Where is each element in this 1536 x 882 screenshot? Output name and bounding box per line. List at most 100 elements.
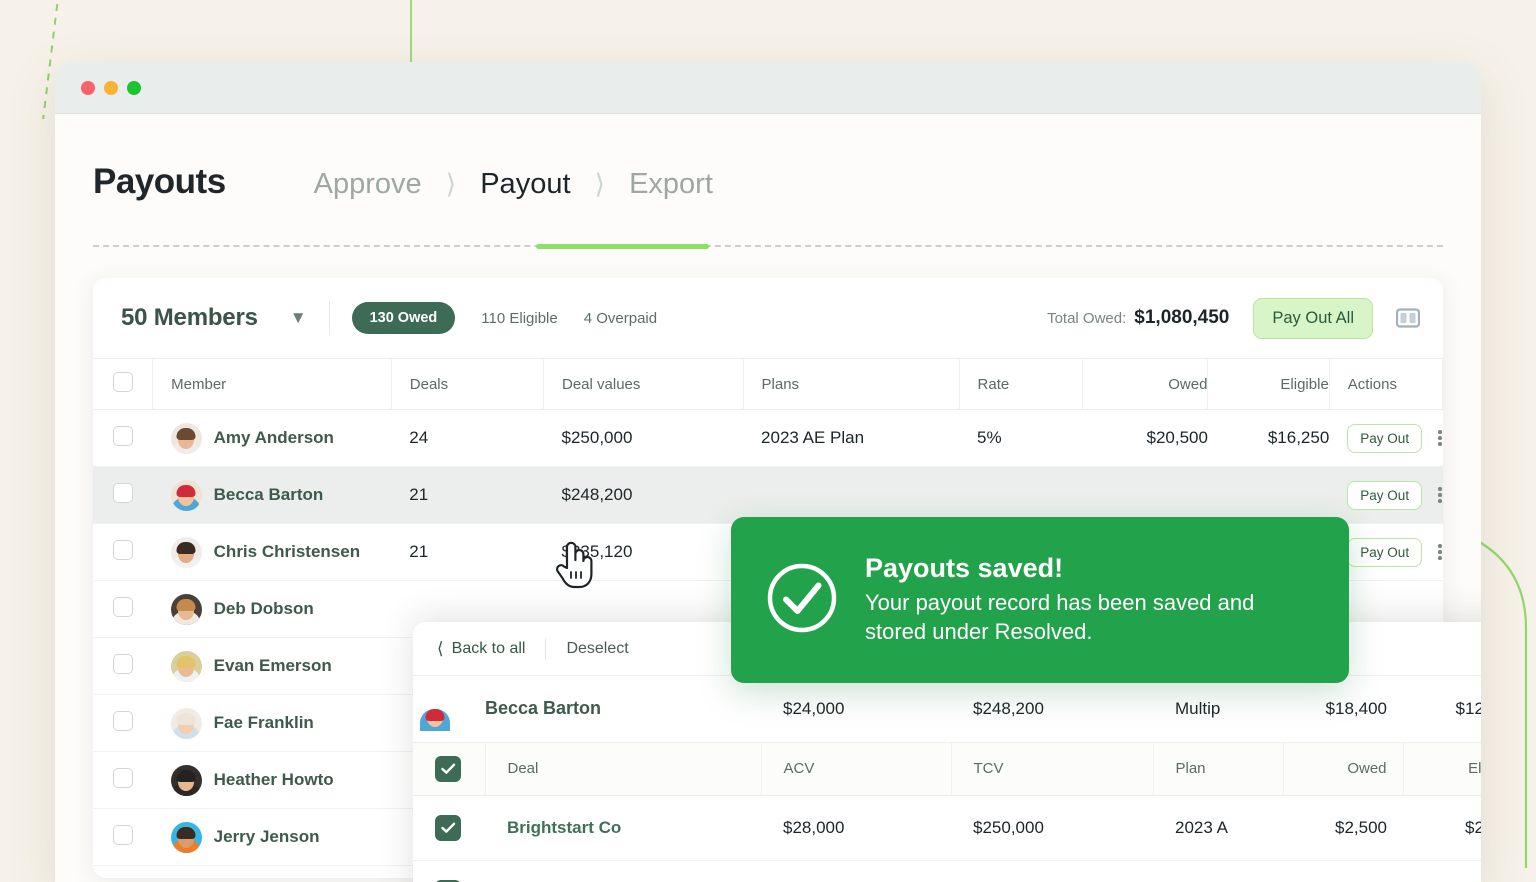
deal-row[interactable]: Brightstart Co$28,000$250,0002023 A$2,50… <box>413 795 1481 860</box>
col-acv[interactable]: ACV <box>761 742 951 795</box>
chevron-down-icon[interactable]: ▼ <box>290 308 307 328</box>
plan-link[interactable]: 2023 AE Plan <box>743 410 959 467</box>
deal-plan[interactable]: 2023 A <box>1153 860 1283 882</box>
member-cell[interactable]: Fae Franklin <box>153 695 392 752</box>
pay-out-all-button[interactable]: Pay Out All <box>1253 298 1373 339</box>
mouse-cursor-icon <box>553 538 597 595</box>
step-approve[interactable]: Approve <box>314 168 422 201</box>
col-deal-values[interactable]: Deal values <box>544 359 744 410</box>
deal-values: $248,200 <box>544 467 744 524</box>
toast-text: Payouts saved! Your payout record has be… <box>865 553 1315 646</box>
deal-name-cell[interactable]: Care Inc <box>485 860 761 882</box>
col-deals[interactable]: Deals <box>391 359 543 410</box>
rate-value: 5% <box>959 410 1082 467</box>
col-deal-owed[interactable]: Owed <box>1283 742 1403 795</box>
member-name: Amy Anderson <box>214 428 334 448</box>
deal-owed: $853 <box>1283 860 1403 882</box>
col-member[interactable]: Member <box>153 359 392 410</box>
detail-member-name-cell: Becca Barton <box>485 676 761 742</box>
col-deal[interactable]: Deal <box>485 742 761 795</box>
table-row[interactable]: Amy Anderson24$250,0002023 AE Plan5%$20,… <box>93 410 1443 467</box>
eligible-value: $16,250 <box>1208 410 1329 467</box>
toolbar-right: Total Owed: $1,080,450 Pay Out All <box>1047 298 1421 339</box>
col-deal-select <box>413 742 485 795</box>
detail-member-owed: $18,400 <box>1283 676 1403 742</box>
deals-table-body: Brightstart Co$28,000$250,0002023 A$2,50… <box>413 795 1481 882</box>
detail-member-acv: $24,000 <box>761 676 951 742</box>
detail-member-name: Becca Barton <box>485 698 601 718</box>
deals-table: Becca Barton $24,000 $248,200 Multip $18… <box>413 676 1481 882</box>
detail-member-plan[interactable]: Multip <box>1153 676 1283 742</box>
member-name: Fae Franklin <box>214 713 314 733</box>
pay-out-button[interactable]: Pay Out <box>1347 481 1422 510</box>
back-to-all-button[interactable]: ⟨ Back to all <box>437 639 525 659</box>
page-title: Payouts <box>93 162 226 202</box>
row-checkbox[interactable] <box>113 540 133 560</box>
deal-checkbox[interactable] <box>435 815 461 841</box>
row-checkbox[interactable] <box>113 711 133 731</box>
row-checkbox[interactable] <box>113 654 133 674</box>
row-checkbox[interactable] <box>113 825 133 845</box>
col-deal-eligible[interactable]: Eligible <box>1403 742 1481 795</box>
col-plan[interactable]: Plan <box>1153 742 1283 795</box>
member-cell[interactable]: Deb Dobson <box>153 581 392 638</box>
row-checkbox[interactable] <box>113 426 133 446</box>
step-export[interactable]: Export <box>629 168 713 201</box>
deal-tcv: $250,000 <box>951 795 1153 860</box>
close-icon[interactable] <box>81 81 95 95</box>
avatar <box>171 708 202 739</box>
member-cell[interactable]: Evan Emerson <box>153 638 392 695</box>
step-payout[interactable]: Payout <box>480 168 570 201</box>
pay-out-button[interactable]: Pay Out <box>1347 424 1422 453</box>
minimize-icon[interactable] <box>104 81 118 95</box>
col-eligible[interactable]: Eligible <box>1208 359 1329 410</box>
table-row[interactable]: Becca Barton21$248,200Pay Out <box>93 467 1443 524</box>
col-tcv[interactable]: TCV <box>951 742 1153 795</box>
more-options-icon[interactable] <box>1438 542 1442 563</box>
row-select-cell <box>93 581 153 638</box>
member-cell[interactable]: Amy Anderson <box>153 410 392 467</box>
detail-member-row[interactable]: Becca Barton $24,000 $248,200 Multip $18… <box>413 676 1481 742</box>
member-cell[interactable]: Heather Howto <box>153 752 392 809</box>
select-all-deals-checkbox[interactable] <box>435 756 461 782</box>
avatar <box>171 822 202 853</box>
columns-layout-icon[interactable] <box>1395 307 1421 329</box>
deal-row[interactable]: Care Inc$2,600$85,3002023 A$853$853Pay O… <box>413 860 1481 882</box>
col-rate[interactable]: Rate <box>959 359 1082 410</box>
row-checkbox[interactable] <box>113 768 133 788</box>
toast-message: Your payout record has been saved and st… <box>865 589 1315 646</box>
member-cell[interactable]: Chris Christensen <box>153 524 392 581</box>
deal-eligible: $2,000 <box>1403 795 1481 860</box>
member-cell[interactable]: Jerry Jenson <box>153 809 392 866</box>
deals-count: 21 <box>391 524 543 581</box>
maximize-icon[interactable] <box>127 81 141 95</box>
app-window: Payouts Approve ⟩ Payout ⟩ Export 50 Mem… <box>55 62 1481 882</box>
more-options-icon[interactable] <box>1438 485 1442 506</box>
plan-link[interactable] <box>743 467 959 524</box>
toast-notification: Payouts saved! Your payout record has be… <box>731 517 1349 683</box>
col-owed[interactable]: Owed <box>1082 359 1207 410</box>
status-badge-owed[interactable]: 130 Owed <box>352 302 456 334</box>
member-cell[interactable]: Becca Barton <box>153 467 392 524</box>
step-progress-line <box>93 245 1443 250</box>
detail-member-eligible: $12,250 <box>1403 676 1481 742</box>
row-checkbox[interactable] <box>113 597 133 617</box>
deselect-button[interactable]: Deselect <box>566 640 628 658</box>
row-actions-cell: Pay Out <box>1329 410 1442 467</box>
row-checkbox[interactable] <box>113 483 133 503</box>
deal-acv: $2,600 <box>761 860 951 882</box>
step-chevron-icon-2: ⟩ <box>595 169 606 200</box>
row-actions-cell: Pay Out <box>1329 467 1442 524</box>
owed-value <box>1082 467 1207 524</box>
deal-name: Brightstart Co <box>507 818 621 837</box>
pay-out-button[interactable]: Pay Out <box>1347 538 1422 567</box>
back-to-all-label: Back to all <box>452 640 526 658</box>
deal-plan[interactable]: 2023 A <box>1153 795 1283 860</box>
more-options-icon[interactable] <box>1438 428 1442 449</box>
col-plans[interactable]: Plans <box>743 359 959 410</box>
deal-name-cell[interactable]: Brightstart Co <box>485 795 761 860</box>
status-eligible[interactable]: 110 Eligible <box>481 310 557 327</box>
status-overpaid[interactable]: 4 Overpaid <box>584 310 657 327</box>
select-all-checkbox[interactable] <box>113 372 133 392</box>
avatar <box>171 423 202 454</box>
